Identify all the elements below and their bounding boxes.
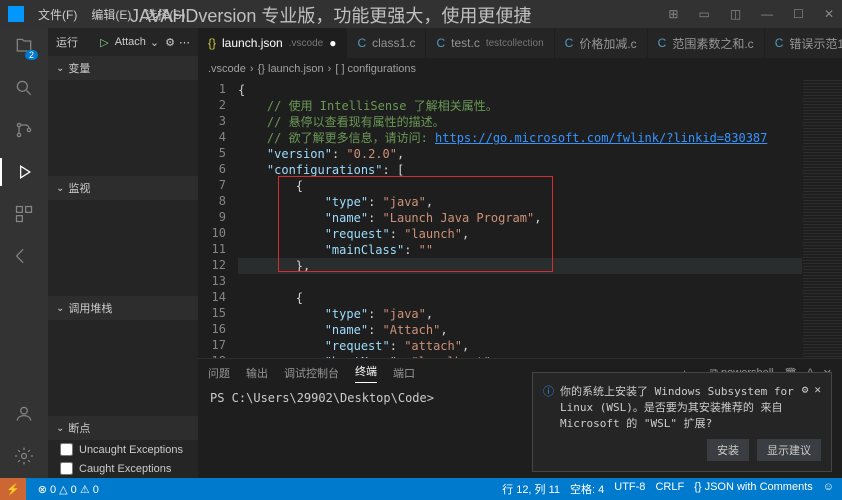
cursor-position[interactable]: 行 12, 列 11 bbox=[502, 481, 560, 497]
tab-ports[interactable]: 端口 bbox=[393, 365, 415, 381]
install-button[interactable]: 安装 bbox=[707, 439, 749, 461]
debug-sidebar: 运行 ▷ Attach ⌄ ⚙ ⋯ 变量 监视 调用堆栈 断点 Uncaught… bbox=[48, 28, 198, 478]
more-icon[interactable]: ⋯ bbox=[179, 36, 190, 49]
file-badge: 2 bbox=[25, 50, 38, 60]
encoding[interactable]: UTF-8 bbox=[614, 481, 645, 497]
run-label: 运行 bbox=[56, 34, 100, 50]
breadcrumb[interactable]: .vscode › {} launch.json › [ ] configura… bbox=[198, 58, 842, 80]
start-debug-icon[interactable]: ▷ bbox=[100, 36, 108, 49]
status-bar: ⚡ ⊗ 0 △ 0 ⚠ 0 行 12, 列 11 空格: 4 UTF-8 CRL… bbox=[0, 478, 842, 500]
notif-close-icon[interactable]: ✕ bbox=[814, 383, 821, 431]
tab-dirty-icon: ● bbox=[329, 36, 336, 50]
tab-class1[interactable]: Cclass1.c bbox=[347, 28, 426, 58]
eol[interactable]: CRLF bbox=[655, 481, 684, 497]
info-icon: ⓘ bbox=[543, 383, 554, 431]
tab-prime[interactable]: C范围素数之和.c bbox=[648, 28, 765, 58]
tab-price[interactable]: C价格加减.c bbox=[555, 28, 648, 58]
tab-terminal[interactable]: 终端 bbox=[355, 363, 377, 383]
tab-problems[interactable]: 问题 bbox=[208, 365, 230, 381]
maximize-icon[interactable]: ☐ bbox=[793, 7, 804, 21]
layout-icon[interactable]: ⊞ bbox=[668, 7, 678, 21]
explorer-icon[interactable]: 2 bbox=[12, 34, 36, 58]
language-mode[interactable]: {} JSON with Comments bbox=[694, 481, 813, 497]
activity-bar: 2 bbox=[0, 28, 48, 478]
close-icon[interactable]: ✕ bbox=[824, 7, 834, 21]
source-control-icon[interactable] bbox=[12, 118, 36, 142]
config-name[interactable]: Attach bbox=[115, 36, 146, 48]
remote-icon[interactable] bbox=[12, 244, 36, 268]
notification: ⓘ你的系统上安装了 Windows Subsystem for Linux (W… bbox=[532, 372, 832, 472]
tab-error[interactable]: C错误示范1.c bbox=[765, 28, 842, 58]
editor-tabs: {}launch.json.vscode● Cclass1.c Ctest.ct… bbox=[198, 28, 842, 58]
menu-file[interactable]: 文件(F) bbox=[32, 4, 83, 25]
config-dropdown-icon[interactable]: ⌄ bbox=[150, 36, 159, 49]
watch-section[interactable]: 监视 bbox=[48, 176, 198, 200]
status-errors[interactable]: ⊗ 0 △ 0 ⚠ 0 bbox=[38, 483, 99, 496]
extensions-icon[interactable] bbox=[12, 202, 36, 226]
code-editor[interactable]: { // 使用 IntelliSense 了解相关属性。 // 悬停以查看现有属… bbox=[238, 80, 802, 358]
debug-icon[interactable] bbox=[12, 160, 36, 184]
minimap[interactable] bbox=[802, 80, 842, 358]
uncaught-checkbox[interactable]: Uncaught Exceptions bbox=[48, 440, 198, 459]
breakpoints-section[interactable]: 断点 bbox=[48, 416, 198, 440]
caught-checkbox[interactable]: Caught Exceptions bbox=[48, 459, 198, 478]
editor-area: {}launch.json.vscode● Cclass1.c Ctest.ct… bbox=[198, 28, 842, 478]
show-suggestion-button[interactable]: 显示建议 bbox=[757, 439, 821, 461]
vscode-icon bbox=[8, 6, 24, 22]
notif-text: 你的系统上安装了 Windows Subsystem for Linux (WS… bbox=[560, 383, 796, 431]
panel-icon[interactable]: ▭ bbox=[698, 7, 709, 21]
bottom-panel: 问题 输出 调试控制台 终端 端口 + ⌄ ⧉ powershell 🗑 ^ ✕… bbox=[198, 358, 842, 478]
notif-gear-icon[interactable]: ⚙ bbox=[802, 383, 809, 431]
run-header: 运行 ▷ Attach ⌄ ⚙ ⋯ bbox=[48, 28, 198, 56]
search-icon[interactable] bbox=[12, 76, 36, 100]
remote-indicator[interactable]: ⚡ bbox=[0, 478, 26, 500]
tab-test[interactable]: Ctest.ctestcollection bbox=[426, 28, 554, 58]
settings-icon[interactable] bbox=[12, 444, 36, 468]
minimize-icon[interactable]: — bbox=[761, 7, 773, 21]
sidebar-icon[interactable]: ◫ bbox=[730, 7, 741, 21]
watermark-text: JAVAHDversion 专业版，功能更强大，使用更便捷 bbox=[130, 2, 531, 28]
tab-output[interactable]: 输出 bbox=[246, 365, 268, 381]
feedback-icon[interactable]: ☺ bbox=[823, 481, 834, 497]
window-controls: ⊞ ▭ ◫ — ☐ ✕ bbox=[668, 7, 834, 21]
tab-launch-json[interactable]: {}launch.json.vscode● bbox=[198, 28, 347, 58]
indentation[interactable]: 空格: 4 bbox=[570, 481, 604, 497]
terminal[interactable]: PS C:\Users\29902\Desktop\Code> ⓘ你的系统上安装… bbox=[198, 387, 842, 478]
variables-section[interactable]: 变量 bbox=[48, 56, 198, 80]
callstack-section[interactable]: 调用堆栈 bbox=[48, 296, 198, 320]
gear-icon[interactable]: ⚙ bbox=[165, 36, 175, 49]
tab-debug-console[interactable]: 调试控制台 bbox=[284, 365, 339, 381]
account-icon[interactable] bbox=[12, 402, 36, 426]
line-gutter: 123456789101112131415161718192021222324 bbox=[198, 80, 238, 358]
